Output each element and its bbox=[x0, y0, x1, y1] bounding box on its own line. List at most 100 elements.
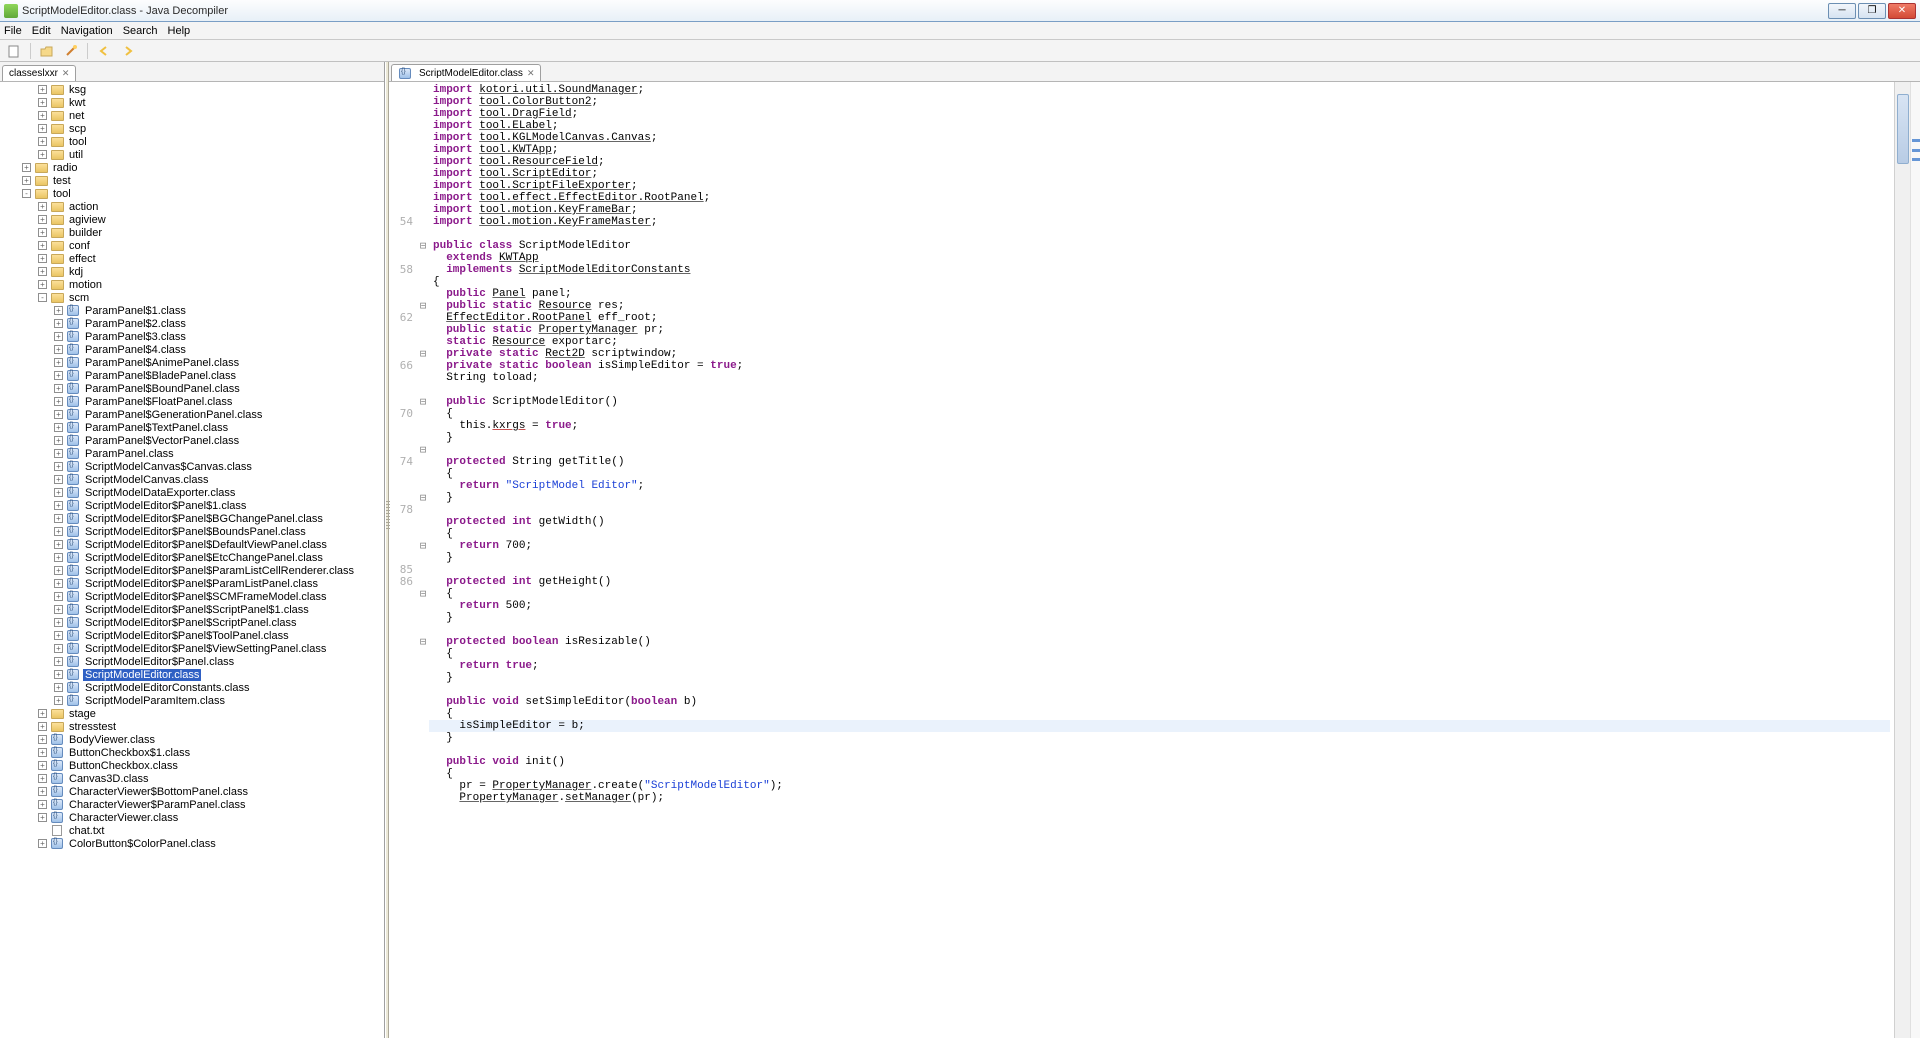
expand-icon[interactable]: + bbox=[38, 722, 47, 731]
expand-icon[interactable]: + bbox=[38, 787, 47, 796]
tree-node[interactable]: +CharacterViewer.class bbox=[0, 811, 384, 824]
tree-node[interactable]: +ButtonCheckbox$1.class bbox=[0, 746, 384, 759]
expand-icon[interactable]: + bbox=[38, 111, 47, 120]
expand-icon[interactable]: + bbox=[38, 241, 47, 250]
expand-icon[interactable]: + bbox=[54, 384, 63, 393]
expand-icon[interactable]: + bbox=[38, 267, 47, 276]
expand-icon[interactable]: + bbox=[38, 98, 47, 107]
tree-node[interactable]: +ScriptModelDataExporter.class bbox=[0, 486, 384, 499]
tree-node[interactable]: +ScriptModelEditor$Panel$SCMFrameModel.c… bbox=[0, 590, 384, 603]
tree-node[interactable]: +ScriptModelEditor$Panel$ScriptPanel.cla… bbox=[0, 616, 384, 629]
tree-node[interactable]: +kwt bbox=[0, 96, 384, 109]
tree-node[interactable]: +CharacterViewer$BottomPanel.class bbox=[0, 785, 384, 798]
close-icon[interactable]: ✕ bbox=[527, 68, 535, 79]
expand-icon[interactable]: + bbox=[54, 540, 63, 549]
tree-node[interactable]: +ScriptModelCanvas.class bbox=[0, 473, 384, 486]
expand-icon[interactable]: + bbox=[54, 683, 63, 692]
fold-column[interactable]: ⊟ ⊟ ⊟ ⊟ ⊟ ⊟ ⊟ ⊟ ⊟ bbox=[417, 82, 429, 1038]
tree-node[interactable]: +ParamPanel$TextPanel.class bbox=[0, 421, 384, 434]
expand-icon[interactable]: + bbox=[38, 735, 47, 744]
expand-icon[interactable]: + bbox=[38, 280, 47, 289]
expand-icon[interactable]: + bbox=[38, 228, 47, 237]
expand-icon[interactable]: + bbox=[54, 514, 63, 523]
tree-node[interactable]: +ScriptModelEditor.class bbox=[0, 668, 384, 681]
expand-icon[interactable]: + bbox=[54, 306, 63, 315]
tree-node[interactable]: +ScriptModelEditor$Panel$ScriptPanel$1.c… bbox=[0, 603, 384, 616]
tree-node[interactable]: +ScriptModelEditor$Panel.class bbox=[0, 655, 384, 668]
tree-node[interactable]: +motion bbox=[0, 278, 384, 291]
tree-node[interactable]: -scm bbox=[0, 291, 384, 304]
tree-node[interactable]: +ParamPanel.class bbox=[0, 447, 384, 460]
splitter[interactable] bbox=[385, 62, 389, 1038]
expand-icon[interactable]: + bbox=[38, 709, 47, 718]
expand-icon[interactable]: + bbox=[54, 423, 63, 432]
tree-node[interactable]: +ParamPanel$1.class bbox=[0, 304, 384, 317]
tree-node[interactable]: +util bbox=[0, 148, 384, 161]
tree-node[interactable]: +action bbox=[0, 200, 384, 213]
tree-node[interactable]: +ScriptModelEditor$Panel$1.class bbox=[0, 499, 384, 512]
tree-node[interactable]: +Canvas3D.class bbox=[0, 772, 384, 785]
tree-node[interactable]: +ScriptModelEditor$Panel$ParamListPanel.… bbox=[0, 577, 384, 590]
expand-icon[interactable]: + bbox=[54, 488, 63, 497]
expand-icon[interactable]: + bbox=[38, 761, 47, 770]
tree-node[interactable]: +ParamPanel$VectorPanel.class bbox=[0, 434, 384, 447]
tree-node[interactable]: +ColorButton$ColorPanel.class bbox=[0, 837, 384, 850]
tree-node[interactable]: +effect bbox=[0, 252, 384, 265]
expand-icon[interactable]: + bbox=[54, 345, 63, 354]
tree-node[interactable]: +stage bbox=[0, 707, 384, 720]
expand-icon[interactable]: + bbox=[54, 579, 63, 588]
expand-icon[interactable]: + bbox=[38, 254, 47, 263]
expand-icon[interactable]: + bbox=[38, 85, 47, 94]
expand-icon[interactable]: + bbox=[38, 748, 47, 757]
tree-node[interactable]: +ScriptModelEditor$Panel$ParamListCellRe… bbox=[0, 564, 384, 577]
tree-node[interactable]: +ParamPanel$BladePanel.class bbox=[0, 369, 384, 382]
forward-button[interactable] bbox=[118, 42, 138, 60]
expand-icon[interactable]: + bbox=[54, 319, 63, 328]
tree-node[interactable]: -tool bbox=[0, 187, 384, 200]
tab-scriptmodeleditor[interactable]: ScriptModelEditor.class ✕ bbox=[391, 64, 541, 81]
menu-navigation[interactable]: Navigation bbox=[61, 25, 113, 37]
expand-icon[interactable]: + bbox=[54, 527, 63, 536]
tree-node[interactable]: +net bbox=[0, 109, 384, 122]
tree-node[interactable]: +scp bbox=[0, 122, 384, 135]
tree-node[interactable]: +ScriptModelEditor$Panel$ToolPanel.class bbox=[0, 629, 384, 642]
tree-node[interactable]: +radio bbox=[0, 161, 384, 174]
expand-icon[interactable]: + bbox=[54, 566, 63, 575]
menu-search[interactable]: Search bbox=[123, 25, 158, 37]
tab-classes[interactable]: classeslxxr ✕ bbox=[2, 65, 76, 81]
editor[interactable]: 54 58 62 66 70 74 78 85 86 ⊟ ⊟ ⊟ ⊟ ⊟ ⊟ ⊟… bbox=[389, 82, 1920, 1038]
wand-button[interactable] bbox=[61, 42, 81, 60]
tree-node[interactable]: +ScriptModelEditor$Panel$ViewSettingPane… bbox=[0, 642, 384, 655]
tree-node[interactable]: +ScriptModelEditor$Panel$DefaultViewPane… bbox=[0, 538, 384, 551]
tree-node[interactable]: +ScriptModelParamItem.class bbox=[0, 694, 384, 707]
expand-icon[interactable]: + bbox=[54, 644, 63, 653]
expand-icon[interactable]: + bbox=[54, 696, 63, 705]
maximize-button[interactable]: ❐ bbox=[1858, 3, 1886, 19]
expand-icon[interactable]: + bbox=[38, 774, 47, 783]
close-icon[interactable]: ✕ bbox=[62, 68, 70, 79]
collapse-icon[interactable]: - bbox=[38, 293, 47, 302]
tree-node[interactable]: +ParamPanel$2.class bbox=[0, 317, 384, 330]
tree-node[interactable]: +kdj bbox=[0, 265, 384, 278]
tree-node[interactable]: +tool bbox=[0, 135, 384, 148]
expand-icon[interactable]: + bbox=[54, 618, 63, 627]
new-button[interactable] bbox=[4, 42, 24, 60]
expand-icon[interactable]: + bbox=[54, 631, 63, 640]
tree-node[interactable]: +CharacterViewer$ParamPanel.class bbox=[0, 798, 384, 811]
expand-icon[interactable]: + bbox=[22, 163, 31, 172]
expand-icon[interactable]: + bbox=[38, 839, 47, 848]
expand-icon[interactable]: + bbox=[54, 410, 63, 419]
expand-icon[interactable]: + bbox=[54, 553, 63, 562]
expand-icon[interactable]: + bbox=[54, 657, 63, 666]
tree-node[interactable]: +BodyViewer.class bbox=[0, 733, 384, 746]
tree-node[interactable]: +ParamPanel$FloatPanel.class bbox=[0, 395, 384, 408]
menu-help[interactable]: Help bbox=[168, 25, 191, 37]
back-button[interactable] bbox=[94, 42, 114, 60]
expand-icon[interactable]: + bbox=[38, 800, 47, 809]
tree-node[interactable]: +agiview bbox=[0, 213, 384, 226]
tree-node[interactable]: +ParamPanel$4.class bbox=[0, 343, 384, 356]
tree-node[interactable]: +ScriptModelEditorConstants.class bbox=[0, 681, 384, 694]
expand-icon[interactable]: + bbox=[54, 358, 63, 367]
menu-file[interactable]: File bbox=[4, 25, 22, 37]
expand-icon[interactable]: + bbox=[54, 605, 63, 614]
